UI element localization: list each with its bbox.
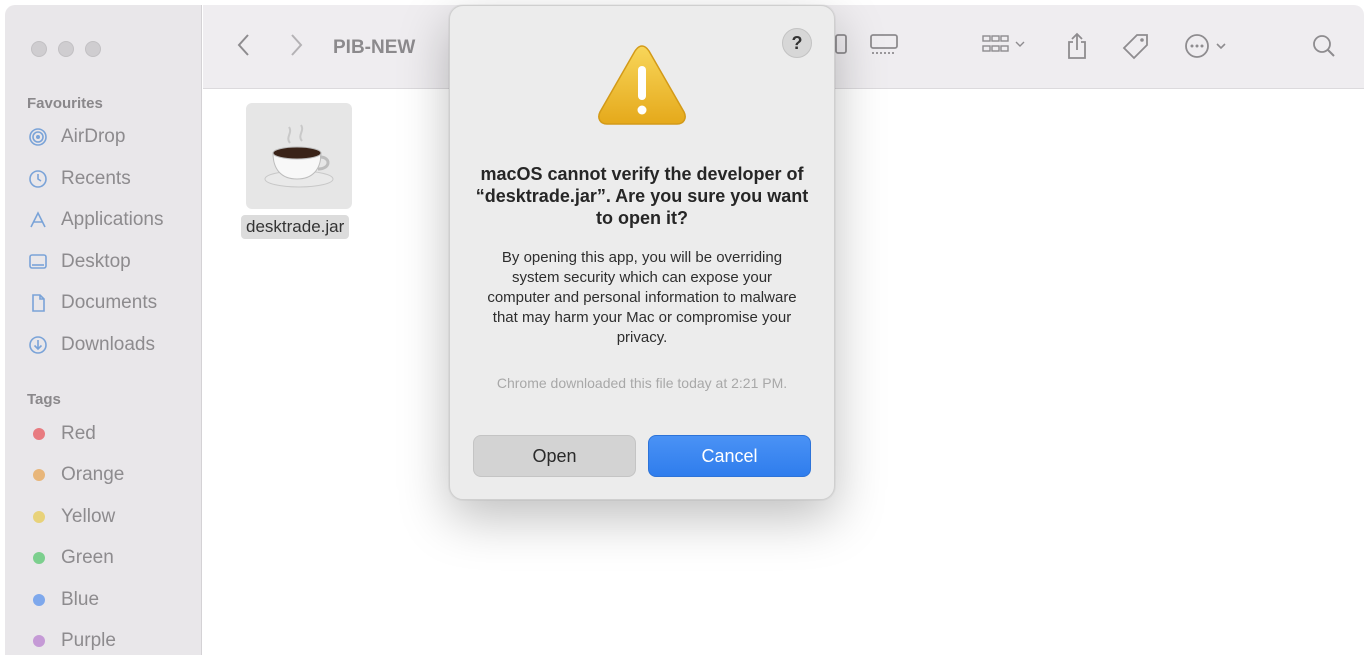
- sidebar-tag-red[interactable]: Red: [27, 419, 96, 449]
- window-controls: [31, 41, 101, 57]
- close-window-button[interactable]: [31, 41, 47, 57]
- zoom-window-button[interactable]: [85, 41, 101, 57]
- sidebar-item-desktop[interactable]: Desktop: [27, 247, 131, 277]
- warning-icon: [596, 42, 688, 133]
- download-source-note: Chrome downloaded this file today at 2:2…: [496, 375, 788, 391]
- sidebar-tag-orange[interactable]: Orange: [27, 460, 124, 490]
- minimize-window-button[interactable]: [58, 41, 74, 57]
- sidebar-item-label: Orange: [61, 464, 125, 485]
- help-button[interactable]: ?: [782, 28, 812, 58]
- airdrop-icon: [27, 126, 49, 148]
- sidebar-item-label: Purple: [61, 630, 116, 651]
- sidebar-tag-purple[interactable]: Purple: [27, 626, 116, 655]
- group-by-button[interactable]: [981, 32, 1027, 62]
- tag-dot-icon: [33, 511, 45, 523]
- favourites-heading: Favourites: [27, 95, 103, 112]
- dialog-message: By opening this app, you will be overrid…: [487, 249, 797, 346]
- tags-heading: Tags: [27, 391, 61, 408]
- ellipsis-circle-icon: [1185, 34, 1226, 58]
- document-icon: [27, 292, 49, 314]
- file-name: desktrade.jar: [241, 215, 350, 239]
- sidebar-item-label: AirDrop: [61, 126, 126, 147]
- clock-icon: [27, 168, 49, 190]
- sidebar-item-recents[interactable]: Recents: [27, 164, 131, 194]
- chevron-left-icon: [237, 34, 249, 56]
- cancel-button[interactable]: Cancel: [648, 435, 811, 477]
- sidebar-item-documents[interactable]: Documents: [27, 288, 157, 318]
- tag-dot-icon: [33, 552, 45, 564]
- search-button[interactable]: [1311, 32, 1337, 66]
- tag-dot-icon: [33, 635, 45, 647]
- security-alert-dialog: ? macOS cannot verify the developer of “…: [449, 5, 835, 500]
- share-icon: [1068, 32, 1086, 59]
- tag-icon: [1122, 34, 1148, 60]
- sidebar-item-label: Green: [61, 547, 114, 568]
- more-actions-button[interactable]: [1183, 32, 1231, 66]
- search-icon: [1313, 35, 1335, 57]
- chevron-right-icon: [291, 34, 303, 56]
- sidebar-tag-blue[interactable]: Blue: [27, 585, 99, 615]
- sidebar-tag-green[interactable]: Green: [27, 543, 114, 573]
- folder-title: PIB-NEW: [333, 37, 416, 58]
- gallery-view-icon: [870, 34, 898, 54]
- sidebar-item-label: Red: [61, 423, 96, 444]
- sidebar-item-label: Desktop: [61, 251, 131, 272]
- java-coffee-cup-icon: [246, 103, 352, 209]
- sidebar-item-airdrop[interactable]: AirDrop: [27, 122, 125, 152]
- gallery-view-button[interactable]: [869, 32, 899, 62]
- desktop-icon: [27, 251, 49, 273]
- sidebar-item-label: Applications: [61, 209, 164, 230]
- sidebar-item-label: Yellow: [61, 506, 116, 527]
- grid-group-icon: [982, 35, 1025, 52]
- back-button[interactable]: [235, 32, 253, 64]
- applications-icon: [27, 209, 49, 231]
- sidebar-item-applications[interactable]: Applications: [27, 205, 163, 235]
- sidebar-tag-yellow[interactable]: Yellow: [27, 502, 115, 532]
- sidebar-item-label: Recents: [61, 168, 131, 189]
- open-button[interactable]: Open: [473, 435, 636, 477]
- tag-dot-icon: [33, 469, 45, 481]
- sidebar-item-label: Blue: [61, 589, 100, 610]
- tag-dot-icon: [33, 594, 45, 606]
- column-view-icon: [835, 34, 847, 54]
- sidebar-item-downloads[interactable]: Downloads: [27, 330, 155, 360]
- sidebar-item-label: Documents: [61, 292, 158, 313]
- tag-button[interactable]: [1121, 32, 1151, 66]
- sidebar-item-label: Downloads: [61, 334, 155, 355]
- download-icon: [27, 334, 49, 356]
- sidebar: Favourites AirDrop Recents Applications …: [5, 5, 202, 655]
- forward-button[interactable]: [287, 32, 305, 64]
- file-item[interactable]: desktrade.jar: [241, 103, 361, 239]
- column-view-button[interactable]: [835, 32, 849, 62]
- share-button[interactable]: [1065, 32, 1089, 66]
- dialog-title: macOS cannot verify the developer of “de…: [475, 164, 809, 228]
- tag-dot-icon: [33, 428, 45, 440]
